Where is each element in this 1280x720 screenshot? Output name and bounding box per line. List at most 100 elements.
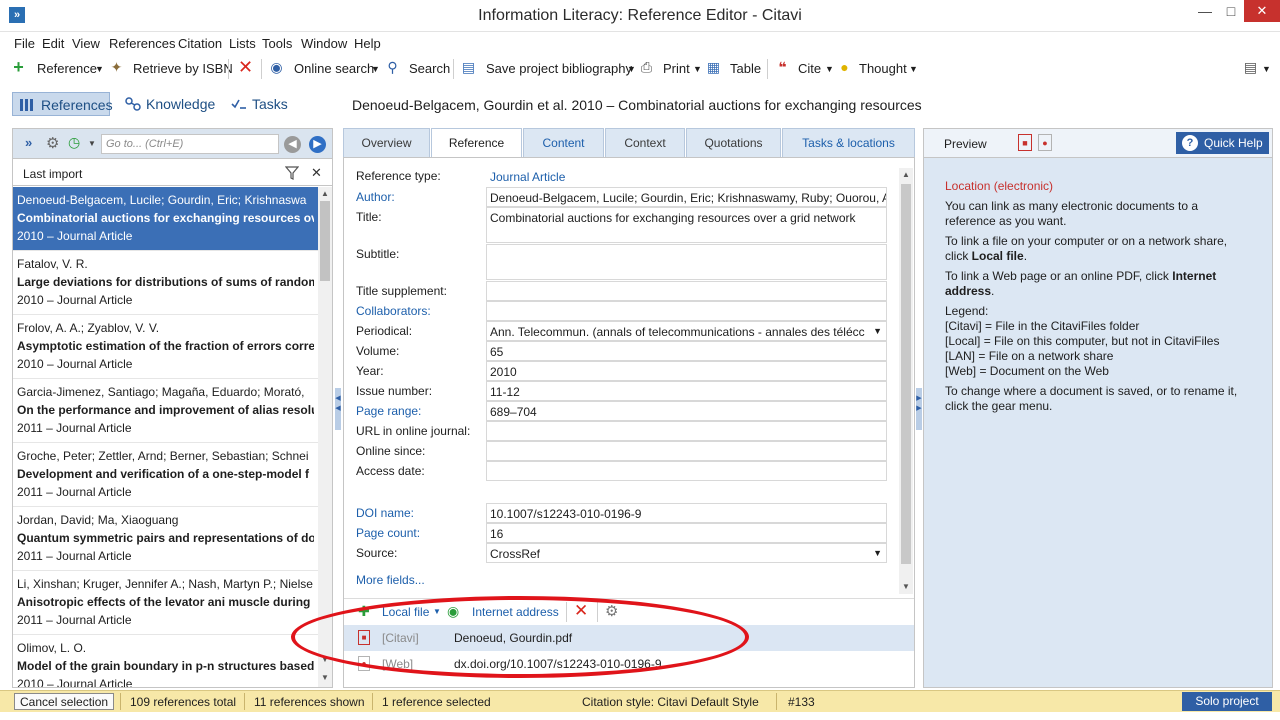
scrollbar-thumb[interactable] [901,184,911,564]
menu-view[interactable]: View [72,36,100,51]
page-range-label[interactable]: Page range: [356,404,421,418]
author-label[interactable]: Author: [356,190,395,204]
close-button[interactable]: ✕ [1244,0,1280,22]
more-fields-link[interactable]: More fields... [356,573,425,587]
web-preview-icon[interactable]: ● [1038,134,1052,151]
subtitle-field[interactable] [486,244,887,280]
menu-edit[interactable]: Edit [42,36,64,51]
delete-icon[interactable]: ✕ [237,58,254,76]
reference-list-scrollbar[interactable]: ▲ ▼ ▼ [318,187,332,687]
tab-content[interactable]: Content [523,128,604,158]
search-button[interactable]: Search [409,61,450,76]
menu-file[interactable]: File [14,36,35,51]
doi-field[interactable]: 10.1007/s12243-010-0196-9 [486,503,887,523]
tab-references[interactable]: References [12,92,113,116]
chevron-down-icon[interactable]: ▼ [95,64,104,74]
retrieve-isbn-button[interactable]: Retrieve by ISBN [133,61,233,76]
filter-label: Last import [23,167,83,181]
page-range-field[interactable]: 689–704 [486,401,887,421]
thought-button[interactable]: Thought [859,61,907,76]
source-select[interactable]: CrossRef ▼ [486,543,887,563]
scrollbar-thumb[interactable] [320,201,330,281]
chevron-down-icon[interactable]: ▼ [909,64,918,74]
issue-number-field[interactable]: 11-12 [486,381,887,401]
url-field[interactable] [486,421,887,441]
pdf-preview-icon[interactable]: ■ [1018,134,1032,151]
tab-overview[interactable]: Overview [343,128,430,158]
menu-references[interactable]: References [109,36,175,51]
doi-label[interactable]: DOI name: [356,506,414,520]
year-field[interactable]: 2010 [486,361,887,381]
access-date-field[interactable] [486,461,887,481]
menu-lists[interactable]: Lists [229,36,256,51]
chevron-down-icon[interactable]: ▼ [693,64,702,74]
gear-icon[interactable]: ⚙ [46,134,59,152]
collaborators-label[interactable]: Collaborators: [356,304,431,318]
filter-icon[interactable] [285,166,299,180]
chevron-down-icon[interactable]: ▼ [371,64,380,74]
cancel-selection-button[interactable]: Cancel selection [14,693,115,710]
back-arrow-icon[interactable]: ◀ [284,136,301,153]
history-icon[interactable]: ◷ [68,134,80,151]
online-since-field[interactable] [486,441,887,461]
left-splitter-handle[interactable]: ◀ ◀ [335,388,341,430]
chevron-down-icon[interactable]: ▼ [825,64,834,74]
list-item[interactable]: Olimov, L. O. Model of the grain boundar… [13,635,318,687]
cite-button[interactable]: Cite [798,61,821,76]
title-field[interactable]: Combinatorial auctions for exchanging re… [486,207,887,243]
table-button[interactable]: Table [730,61,761,76]
tab-tasks-locations[interactable]: Tasks & locations [782,128,915,158]
menu-citation[interactable]: Citation [178,36,222,51]
title-supplement-field[interactable] [486,281,887,301]
list-item[interactable]: Li, Xinshan; Kruger, Jennifer A.; Nash, … [13,571,318,635]
layout-options-icon[interactable]: ▤ [1242,59,1259,76]
collapse-panel-icon[interactable]: » [25,135,32,150]
print-button[interactable]: Print [663,61,690,76]
tab-quotations[interactable]: Quotations [686,128,781,158]
page-count-label[interactable]: Page count: [356,526,420,540]
list-item[interactable]: Jordan, David; Ma, Xiaoguang Quantum sym… [13,507,318,571]
chevron-down-icon[interactable]: ▼ [873,548,882,558]
goto-input[interactable]: Go to... (Ctrl+E) [101,134,279,154]
scroll-up-icon[interactable]: ▲ [899,168,913,182]
save-bibliography-icon: ▤ [461,59,476,75]
tab-tasks[interactable]: Tasks [224,92,294,116]
scroll-end-icon[interactable]: ▼ [318,671,332,685]
tab-preview[interactable]: Preview [944,137,987,151]
clear-filter-icon[interactable]: ✕ [311,165,322,181]
author-field[interactable]: Denoeud-Belgacem, Lucile; Gourdin, Eric;… [486,187,887,207]
tab-reference[interactable]: Reference [431,128,522,159]
list-item[interactable]: Frolov, A. A.; Zyablov, V. V. Asymptotic… [13,315,318,379]
menu-help[interactable]: Help [354,36,381,51]
citation-style-status[interactable]: Citation style: Citavi Default Style [582,695,759,709]
chevron-down-icon[interactable]: ▼ [873,326,882,336]
menu-tools[interactable]: Tools [262,36,292,51]
forward-arrow-icon[interactable]: ▶ [309,136,326,153]
chevron-down-icon[interactable]: ▼ [88,139,96,148]
tab-context[interactable]: Context [605,128,685,158]
scroll-up-icon[interactable]: ▲ [318,187,332,201]
chevron-down-icon[interactable]: ▼ [1262,64,1271,74]
tab-knowledge[interactable]: Knowledge [118,92,220,116]
maximize-button[interactable]: □ [1218,0,1244,22]
reference-type-link[interactable]: Journal Article [486,166,887,186]
quick-help-button[interactable]: ? Quick Help [1176,132,1269,154]
online-search-button[interactable]: Online search [294,61,374,76]
list-item[interactable]: Fatalov, V. R. Large deviations for dist… [13,251,318,315]
right-splitter-handle[interactable]: ▶ ▶ [916,388,922,430]
form-scrollbar[interactable]: ▲ ▼ [899,168,913,594]
minimize-button[interactable]: — [1192,0,1218,22]
chevron-down-icon[interactable]: ▼ [627,64,636,74]
collaborators-field[interactable] [486,301,887,321]
page-count-field[interactable]: 16 [486,523,887,543]
help-paragraph: To link a file on your computer or on a … [945,234,1228,263]
menu-window[interactable]: Window [301,36,347,51]
add-reference-button[interactable]: Reference [37,61,97,76]
scroll-down-icon[interactable]: ▼ [899,580,913,594]
save-bibliography-button[interactable]: Save project bibliography [486,61,632,76]
list-item[interactable]: Groche, Peter; Zettler, Arnd; Berner, Se… [13,443,318,507]
list-item[interactable]: Denoeud-Belgacem, Lucile; Gourdin, Eric;… [13,187,318,251]
list-item[interactable]: Garcia-Jimenez, Santiago; Magaña, Eduard… [13,379,318,443]
periodical-select[interactable]: Ann. Telecommun. (annals of telecommunic… [486,321,887,341]
volume-field[interactable]: 65 [486,341,887,361]
